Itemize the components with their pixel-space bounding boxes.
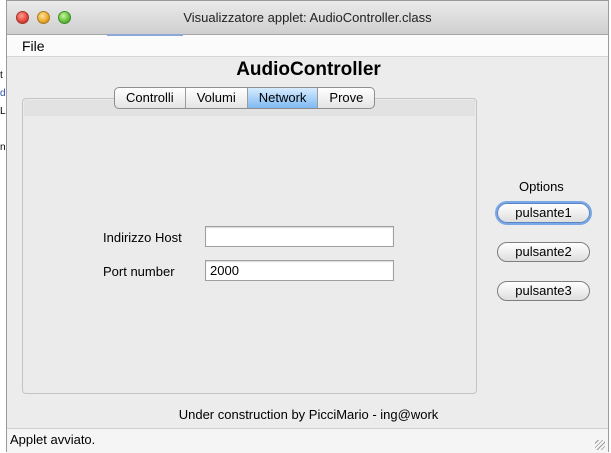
tab-bar: Controlli Volumi Network Prove (114, 87, 376, 109)
background-text: t (0, 70, 3, 81)
menu-accent-line (107, 34, 183, 36)
host-field[interactable] (205, 226, 394, 247)
title-bar[interactable]: Visualizzatore applet: AudioController.c… (7, 1, 608, 35)
menu-bar: File (7, 35, 608, 57)
pulsante2-button[interactable]: pulsante2 (497, 242, 590, 262)
host-label: Indirizzo Host (103, 230, 182, 245)
window-title: Visualizzatore applet: AudioController.c… (183, 10, 432, 25)
status-bar: Applet avviato. (7, 428, 608, 453)
applet-window: Visualizzatore applet: AudioController.c… (6, 0, 609, 453)
pulsante1-button[interactable]: pulsante1 (497, 203, 590, 223)
tab-controlli[interactable]: Controlli (115, 88, 186, 108)
background-text: d (0, 88, 6, 99)
tab-network[interactable]: Network (247, 88, 319, 108)
app-title: AudioController (236, 59, 381, 80)
options-title: Options (519, 179, 564, 194)
tab-volumi[interactable]: Volumi (186, 88, 248, 108)
tab-prove[interactable]: Prove (318, 88, 374, 108)
menu-file[interactable]: File (22, 38, 45, 54)
resize-grip-icon[interactable] (595, 440, 605, 450)
pulsante3-button[interactable]: pulsante3 (497, 281, 590, 301)
port-field[interactable] (205, 260, 394, 281)
background-text: n (0, 142, 6, 153)
port-label: Port number (103, 264, 175, 279)
status-text: Applet avviato. (10, 432, 96, 447)
footer-credit: Under construction by PicciMario - ing@w… (178, 407, 439, 422)
